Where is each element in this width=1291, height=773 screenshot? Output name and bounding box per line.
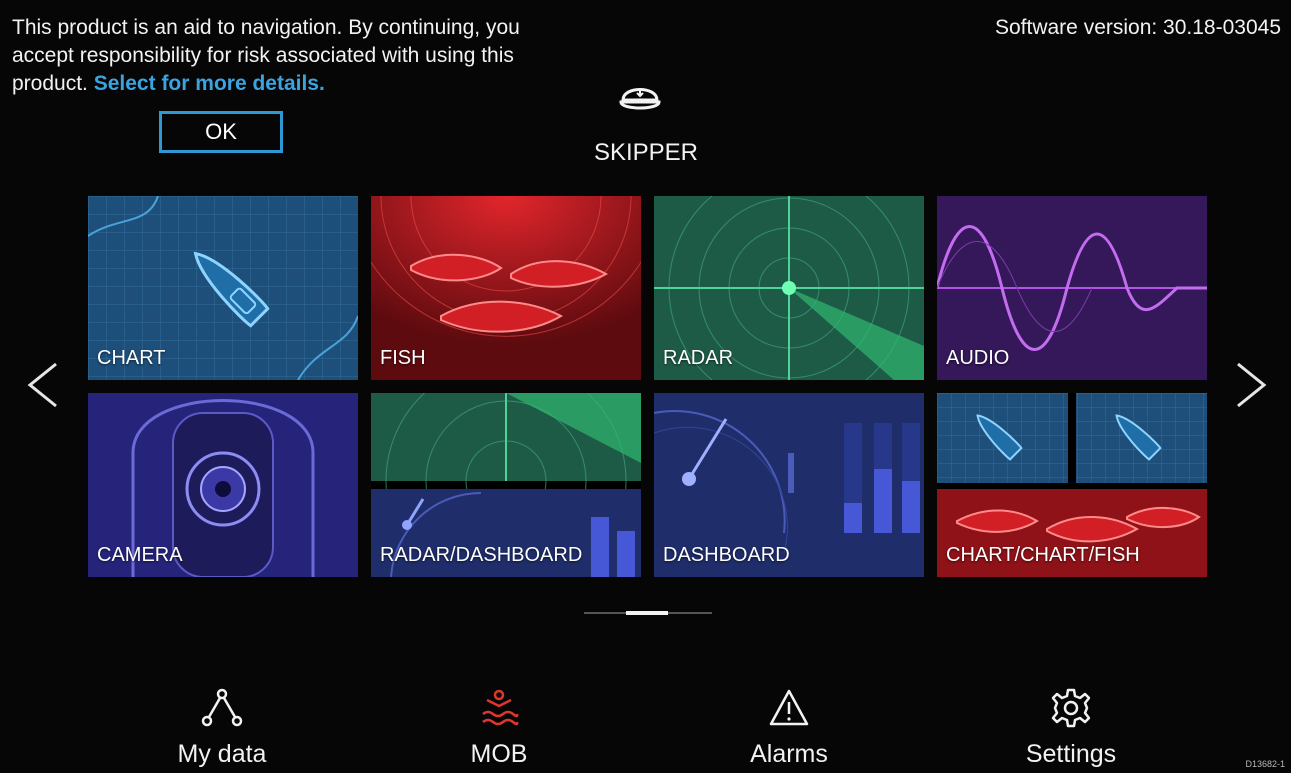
chevron-left-icon[interactable]	[24, 360, 60, 410]
alarm-warning-icon	[769, 689, 809, 726]
ok-button[interactable]: OK	[159, 111, 283, 153]
gear-icon	[1051, 688, 1091, 728]
page-indicator	[584, 611, 712, 615]
disclaimer: This product is an aid to navigation. By…	[12, 14, 572, 98]
homescreen: This product is an aid to navigation. By…	[0, 0, 1291, 773]
app-tile-dashboard[interactable]: DASHBOARD	[654, 393, 924, 577]
nav-label: Settings	[1025, 740, 1117, 768]
app-tile-radar-dashboard[interactable]: RADAR/DASHBOARD	[371, 393, 641, 577]
nav-label: MOB	[470, 740, 528, 768]
nav-alarms[interactable]: Alarms	[689, 686, 889, 772]
app-tile-camera[interactable]: CAMERA	[88, 393, 358, 577]
captain-hat-icon[interactable]	[617, 78, 663, 118]
nav-my-data[interactable]: My data	[122, 686, 322, 772]
nav-mob[interactable]: MOB	[399, 686, 599, 772]
tile-label: RADAR	[663, 347, 734, 369]
chevron-right-icon[interactable]	[1234, 360, 1270, 410]
tile-label: FISH	[380, 347, 426, 369]
nav-label: Alarms	[750, 740, 828, 768]
app-tile-fish[interactable]: FISH	[371, 196, 641, 380]
nav-label: My data	[177, 740, 267, 768]
app-tile-chart-chart-fish[interactable]: CHART/CHART/FISH	[937, 393, 1207, 577]
app-tile-audio[interactable]: AUDIO	[937, 196, 1207, 380]
my-data-icon	[201, 688, 243, 727]
tile-label: RADAR/DASHBOARD	[380, 544, 583, 566]
tile-label: DASHBOARD	[663, 544, 790, 566]
tile-label: AUDIO	[946, 347, 1010, 369]
tile-label: CHART	[97, 347, 166, 369]
app-tile-chart[interactable]: CHART	[88, 196, 358, 380]
document-id: D13682-1	[1245, 759, 1285, 769]
mob-icon	[482, 689, 519, 726]
app-tile-radar[interactable]: RADAR	[654, 196, 924, 380]
more-details-link[interactable]: Select for more details.	[94, 72, 325, 95]
profile-name[interactable]: SKIPPER	[560, 139, 732, 167]
software-version: Software version: 30.18-03045	[994, 16, 1281, 39]
page-indicator-active	[626, 611, 668, 615]
tile-label: CHART/CHART/FISH	[946, 544, 1140, 566]
tile-label: CAMERA	[97, 544, 183, 566]
nav-settings[interactable]: Settings	[971, 686, 1171, 772]
